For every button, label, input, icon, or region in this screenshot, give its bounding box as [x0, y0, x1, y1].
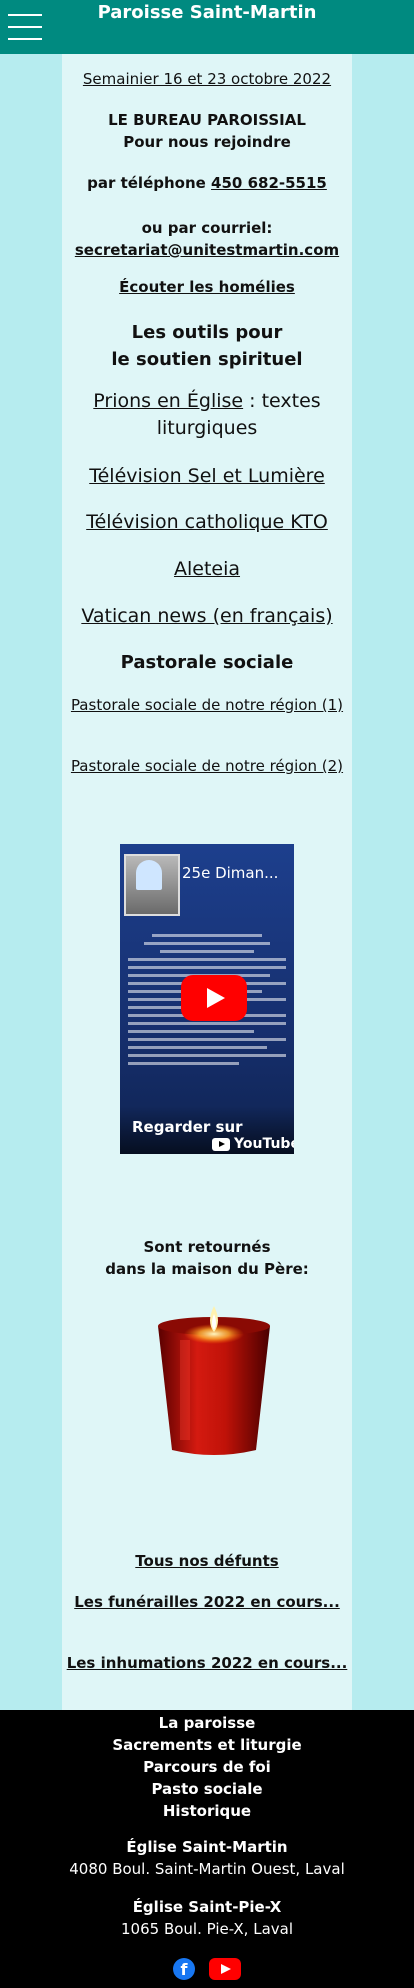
inhumations-line: Les inhumations 2022 en cours... [62, 1652, 352, 1674]
pastorale-heading: Pastorale sociale [120, 652, 294, 673]
youtube-play-icon [212, 1137, 230, 1151]
kto-link[interactable]: Télévision catholique KTO [86, 511, 328, 533]
bureau-subtitle: Pour nous rejoindre [123, 133, 291, 151]
church-name: Église Saint-Martin [126, 1838, 288, 1856]
youtube-icon[interactable] [209, 1958, 241, 1980]
church-saint-martin: Église Saint-Martin 4080 Boul. Saint-Mar… [0, 1836, 414, 1880]
youtube-logo[interactable]: YouTube [212, 1136, 294, 1152]
outils-line2: le soutien spirituel [111, 349, 303, 370]
prions-link[interactable]: Prions en Église [93, 390, 243, 412]
play-button-icon[interactable] [181, 975, 247, 1021]
main-content: Semainier 16 et 23 octobre 2022 LE BUREA… [62, 54, 352, 1710]
defunts-line: Tous nos défunts [62, 1552, 352, 1570]
church-address: 4080 Boul. Saint-Martin Ouest, Laval [69, 1860, 345, 1878]
video-title: 25e Diman... [182, 864, 279, 882]
outils-line1: Les outils pour [131, 322, 283, 343]
outils-heading: Les outils pour le soutien spirituel [62, 319, 352, 373]
menu-line [8, 26, 42, 28]
semainier-link[interactable]: Semainier 16 et 23 octobre 2022 [62, 70, 352, 88]
video-thumbnail-portrait [124, 854, 180, 916]
email-label: ou par courriel: [141, 219, 273, 237]
footer-nav-la-paroisse[interactable]: La paroisse [0, 1712, 414, 1734]
candle-image [158, 1306, 270, 1455]
footer-nav-parcours[interactable]: Parcours de foi [0, 1756, 414, 1778]
inhumations-link[interactable]: Les inhumations 2022 en cours... [67, 1654, 348, 1672]
site-header: Paroisse Saint-Martin [0, 0, 414, 54]
pastorale-line-1: Pastorale sociale de notre région (1) [62, 694, 352, 716]
retournes-line2: dans la maison du Père: [105, 1260, 309, 1278]
footer-nav-pasto-sociale[interactable]: Pasto sociale [0, 1778, 414, 1800]
prions-line: Prions en Église : textes liturgiques [62, 388, 352, 442]
bureau-title: LE BUREAU PAROISSIAL [108, 111, 306, 129]
phone-line: par téléphone 450 682-5515 [62, 174, 352, 192]
youtube-wordmark: YouTube [234, 1136, 294, 1152]
email-line: ou par courriel: secretariat@unitestmart… [62, 217, 352, 261]
funerailles-line: Les funérailles 2022 en cours... [62, 1591, 352, 1613]
phone-link[interactable]: 450 682-5515 [211, 174, 327, 192]
bureau-heading: LE BUREAU PAROISSIAL Pour nous rejoindre [62, 109, 352, 153]
pastorale-line-2: Pastorale sociale de notre région (2) [62, 755, 352, 777]
church-name: Église Saint-Pie-X [132, 1898, 282, 1916]
kto-line: Télévision catholique KTO [62, 509, 352, 536]
footer-nav: La paroisse Sacrements et liturgie Parco… [0, 1712, 414, 1822]
tsl-link[interactable]: Télévision Sel et Lumière [89, 465, 325, 487]
aleteia-line: Aleteia [62, 556, 352, 583]
retournes-line1: Sont retournés [143, 1238, 271, 1256]
vatican-line: Vatican news (en français) [62, 603, 352, 630]
aleteia-link[interactable]: Aleteia [174, 558, 240, 580]
site-footer: La paroisse Sacrements et liturgie Parco… [0, 1710, 414, 1988]
pastorale-link-1[interactable]: Pastorale sociale de notre région (1) [71, 696, 343, 714]
church-saint-pie-x: Église Saint-Pie-X 1065 Boul. Pie-X, Lav… [0, 1896, 414, 1940]
footer-nav-sacrements[interactable]: Sacrements et liturgie [0, 1734, 414, 1756]
social-links: f [0, 1958, 414, 1980]
menu-line [8, 38, 42, 40]
youtube-video-embed[interactable]: 25e Diman... Regarder sur YouTube [120, 844, 294, 1154]
defunts-link[interactable]: Tous nos défunts [135, 1552, 278, 1570]
email-link[interactable]: secretariat@unitestmartin.com [75, 241, 339, 259]
pastorale-link-2[interactable]: Pastorale sociale de notre région (2) [71, 757, 343, 775]
church-address: 1065 Boul. Pie-X, Laval [121, 1920, 293, 1938]
watch-on-label[interactable]: Regarder sur [132, 1118, 243, 1136]
church-dome-icon [136, 860, 162, 890]
retournes-heading: Sont retournés dans la maison du Père: [62, 1236, 352, 1280]
tsl-line: Télévision Sel et Lumière [62, 463, 352, 490]
phone-label: par téléphone [87, 174, 212, 192]
footer-nav-historique[interactable]: Historique [0, 1800, 414, 1822]
funerailles-link[interactable]: Les funérailles 2022 en cours... [74, 1593, 340, 1611]
vatican-link[interactable]: Vatican news (en français) [81, 605, 332, 627]
site-title[interactable]: Paroisse Saint-Martin [0, 2, 414, 23]
homelies-link[interactable]: Écouter les homélies [62, 278, 352, 296]
facebook-icon[interactable]: f [173, 1958, 195, 1980]
